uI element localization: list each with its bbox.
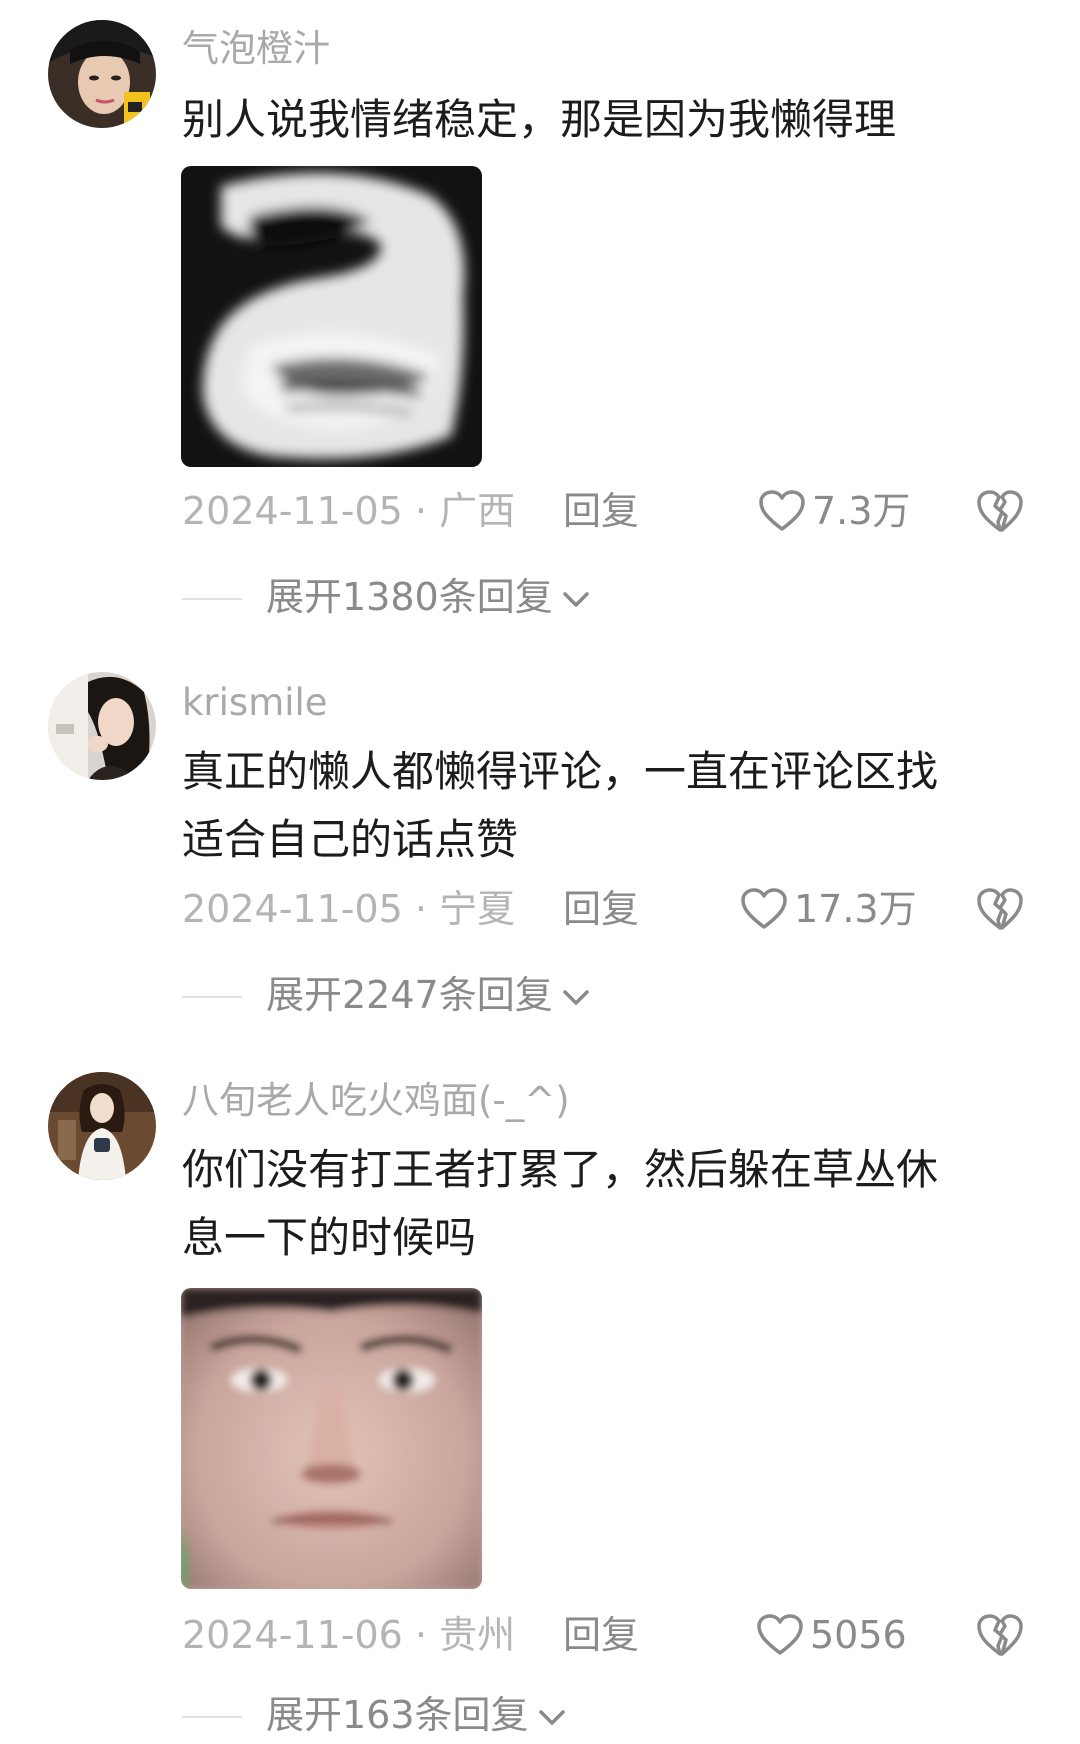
divider	[182, 598, 242, 600]
like-count: 17.3万	[794, 887, 917, 931]
broken-heart-icon[interactable]	[976, 488, 1024, 534]
expand-replies[interactable]: 展开163条回复	[0, 1692, 1080, 1742]
comment-text: 真正的懒人都懒得评论，一直在评论区找 适合自己的话点赞	[182, 747, 939, 864]
like-count: 7.3万	[812, 489, 911, 533]
avatar[interactable]	[48, 1072, 156, 1180]
comment-item: 八旬老人吃火鸡面(-_^) 你们没有打王者打累了，然后躲在草丛休 息一下的时候吗	[0, 1060, 1080, 1744]
comment-text: 你们没有打王者打累了，然后躲在草丛休 息一下的时候吗	[182, 1145, 939, 1262]
reply-button[interactable]: 回复	[563, 492, 639, 530]
broken-heart-icon[interactable]	[976, 886, 1024, 932]
username[interactable]: krismile	[182, 684, 328, 721]
chevron-down-icon	[561, 589, 591, 611]
username[interactable]: 气泡橙汁	[182, 30, 330, 67]
heart-outline-icon	[740, 887, 788, 931]
like-button[interactable]: 7.3万	[758, 488, 910, 534]
broken-heart-icon[interactable]	[976, 1612, 1024, 1658]
username[interactable]: 八旬老人吃火鸡面(-_^)	[182, 1082, 570, 1119]
date-location: 2024-11-05 · 广西	[182, 489, 516, 533]
face-closeup-meme-sticker[interactable]	[181, 1288, 482, 1589]
comment-meta: 2024-11-06 · 贵州 回复 5056	[0, 1612, 1080, 1662]
comment-item: 气泡橙汁 别人说我情绪稳定，那是因为我懒得理 2024-11-05 · 广西 回…	[0, 0, 1080, 616]
heart-outline-icon	[758, 489, 806, 533]
avatar[interactable]	[48, 672, 156, 780]
chevron-down-icon	[561, 987, 591, 1009]
comment-item: krismile 真正的懒人都懒得评论，一直在评论区找 适合自己的话点赞 202…	[0, 660, 1080, 1020]
avatar[interactable]	[48, 20, 156, 128]
like-button[interactable]: 5056	[756, 1612, 907, 1658]
date-location: 2024-11-06 · 贵州	[182, 1613, 516, 1657]
heart-outline-icon	[756, 1613, 804, 1657]
comment-meta: 2024-11-05 · 宁夏 回复 17.3万	[0, 886, 1080, 936]
expand-replies[interactable]: 展开2247条回复	[0, 972, 1080, 1022]
expand-replies[interactable]: 展开1380条回复	[0, 574, 1080, 624]
grayscale-mouth-meme-sticker[interactable]	[181, 166, 482, 467]
reply-button[interactable]: 回复	[563, 890, 639, 928]
chevron-down-icon	[537, 1707, 567, 1729]
expand-replies-label: 展开163条回复	[266, 1693, 529, 1737]
date-location: 2024-11-05 · 宁夏	[182, 887, 516, 931]
comment-text: 别人说我情绪稳定，那是因为我懒得理	[182, 95, 897, 144]
expand-replies-label: 展开1380条回复	[266, 575, 553, 619]
reply-button[interactable]: 回复	[563, 1616, 639, 1654]
comment-meta: 2024-11-05 · 广西 回复 7.3万	[0, 488, 1080, 538]
expand-replies-label: 展开2247条回复	[266, 973, 553, 1017]
divider	[182, 1716, 242, 1718]
divider	[182, 996, 242, 998]
like-count: 5056	[810, 1613, 907, 1657]
like-button[interactable]: 17.3万	[740, 886, 917, 932]
